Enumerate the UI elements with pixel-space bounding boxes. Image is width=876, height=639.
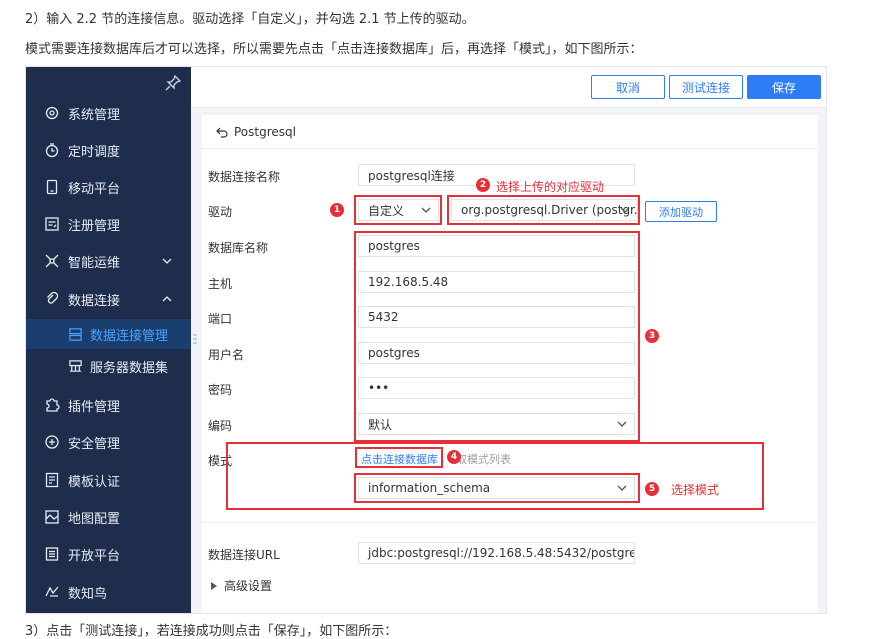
sidebar-subitem-data-connection-management[interactable]: 数据连接管理: [26, 319, 191, 349]
sidebar-item-security[interactable]: 安全管理: [26, 427, 191, 457]
port-label: 端口: [208, 312, 233, 326]
sidebar: 系统管理 定时调度 移动平台 注册管理 智能运维 数据连接 数据连接管理 服务器…: [26, 67, 191, 613]
add-driver-button[interactable]: 添加驱动: [645, 201, 717, 222]
splitter-handle[interactable]: [193, 333, 197, 347]
doc-step-2-text: 2）输入 2.2 节的连接信息。驱动选择「自定义」，并勾选 2.1 节上传的驱动…: [25, 12, 475, 27]
sidebar-item-shuzhiniao[interactable]: 数知鸟: [26, 577, 191, 607]
sidebar-item-system[interactable]: 系统管理: [26, 98, 191, 128]
platform-icon: [45, 547, 59, 561]
sidebar-item-template-cert[interactable]: 模板认证: [26, 465, 191, 495]
sidebar-item-label: 智能运维: [68, 255, 121, 271]
annotation-text-5: 选择模式: [671, 483, 720, 497]
sidebar-item-label: 定时调度: [68, 144, 121, 160]
sidebar-item-schedule[interactable]: 定时调度: [26, 135, 191, 165]
sidebar-item-label: 模板认证: [68, 474, 121, 490]
annotation-box-connection-info: [354, 231, 640, 442]
annotation-box-schema-select: [354, 473, 640, 503]
annotation-badge-2: 2: [476, 178, 490, 192]
sidebar-item-open-platform[interactable]: 开放平台: [26, 539, 191, 569]
user-label: 用户名: [208, 348, 245, 362]
url-label: 数据连接URL: [208, 548, 280, 562]
sidebar-item-register[interactable]: 注册管理: [26, 209, 191, 239]
sidebar-item-plugin[interactable]: 插件管理: [26, 390, 191, 420]
caret-right-icon: [211, 581, 217, 590]
divider: [202, 148, 818, 149]
register-icon: [45, 217, 59, 231]
advanced-settings-toggle[interactable]: 高级设置: [210, 577, 272, 594]
sidebar-item-ops[interactable]: 智能运维: [26, 246, 191, 276]
mobile-icon: [46, 179, 58, 195]
shield-icon: [45, 435, 59, 449]
certificate-icon: [45, 472, 59, 488]
sidebar-item-label: 注册管理: [68, 218, 121, 234]
sidebar-item-label: 移动平台: [68, 181, 121, 197]
annotation-text-2: 选择上传的对应驱动: [496, 180, 605, 194]
url-input[interactable]: jdbc:postgresql://192.168.5.48:5432/post…: [358, 542, 635, 564]
sidebar-item-label: 地图配置: [68, 511, 121, 527]
pin-icon[interactable]: [165, 75, 181, 91]
name-label: 数据连接名称: [208, 170, 281, 184]
connection-form: Postgresql 数据连接名称 postgresql连接 驱动 自定义 or…: [202, 115, 818, 613]
back-label: Postgresql: [234, 125, 296, 139]
sidebar-item-map[interactable]: 地图配置: [26, 502, 191, 532]
annotation-box-driver-type: [354, 195, 442, 225]
toolbar: 取消 测试连接 保存: [191, 67, 826, 108]
chevron-up-icon: [162, 296, 172, 302]
advanced-label: 高级设置: [224, 579, 273, 593]
sidebar-item-label: 开放平台: [68, 548, 121, 564]
embedded-screenshot: 系统管理 定时调度 移动平台 注册管理 智能运维 数据连接 数据连接管理 服务器…: [25, 66, 827, 614]
annotation-box-connect-link: [355, 447, 443, 468]
clock-icon: [45, 143, 59, 158]
map-icon: [45, 510, 59, 524]
annotation-badge-3: 3: [645, 329, 659, 343]
network-icon: [45, 254, 59, 268]
back-link[interactable]: Postgresql: [216, 125, 296, 139]
test-connection-button[interactable]: 测试连接: [669, 75, 743, 99]
database-icon: [69, 327, 82, 341]
gear-icon: [45, 106, 59, 120]
annotation-badge-4: 4: [447, 450, 461, 464]
sidebar-item-label: 安全管理: [68, 436, 121, 452]
password-label: 密码: [208, 383, 233, 397]
db-label: 数据库名称: [208, 241, 269, 255]
sidebar-subitem-server-dataset[interactable]: 服务器数据集: [26, 351, 191, 381]
divider: [202, 522, 818, 523]
cancel-button[interactable]: 取消: [591, 75, 665, 99]
doc-schema-note: 模式需要连接数据库后才可以选择，所以需要先点击「点击连接数据库」后，再选择「模式…: [25, 42, 643, 57]
bird-icon: [45, 586, 59, 597]
annotation-box-driver-class: [447, 195, 640, 225]
sidebar-item-label: 数据连接: [68, 293, 121, 309]
sidebar-item-label: 插件管理: [68, 399, 121, 415]
back-arrow-icon: [216, 127, 228, 138]
link-icon: [47, 291, 59, 304]
annotation-badge-5: 5: [645, 482, 659, 496]
sidebar-subitem-label: 数据连接管理: [90, 328, 169, 344]
sidebar-subitem-label: 服务器数据集: [90, 360, 169, 376]
sidebar-item-label: 数知鸟: [68, 586, 108, 602]
driver-label: 驱动: [208, 205, 233, 219]
sidebar-item-data-connection[interactable]: 数据连接: [26, 284, 191, 314]
host-label: 主机: [208, 277, 233, 291]
annotation-badge-1: 1: [330, 203, 344, 217]
chevron-down-icon: [162, 258, 172, 264]
sidebar-item-mobile[interactable]: 移动平台: [26, 172, 191, 202]
doc-step-3-text: 3）点击「测试连接」，若连接成功则点击「保存」，如下图所示：: [25, 624, 398, 639]
dataset-icon: [69, 359, 82, 372]
save-button[interactable]: 保存: [747, 75, 821, 99]
encoding-label: 编码: [208, 419, 233, 433]
sidebar-item-label: 系统管理: [68, 107, 121, 123]
puzzle-icon: [46, 398, 60, 412]
